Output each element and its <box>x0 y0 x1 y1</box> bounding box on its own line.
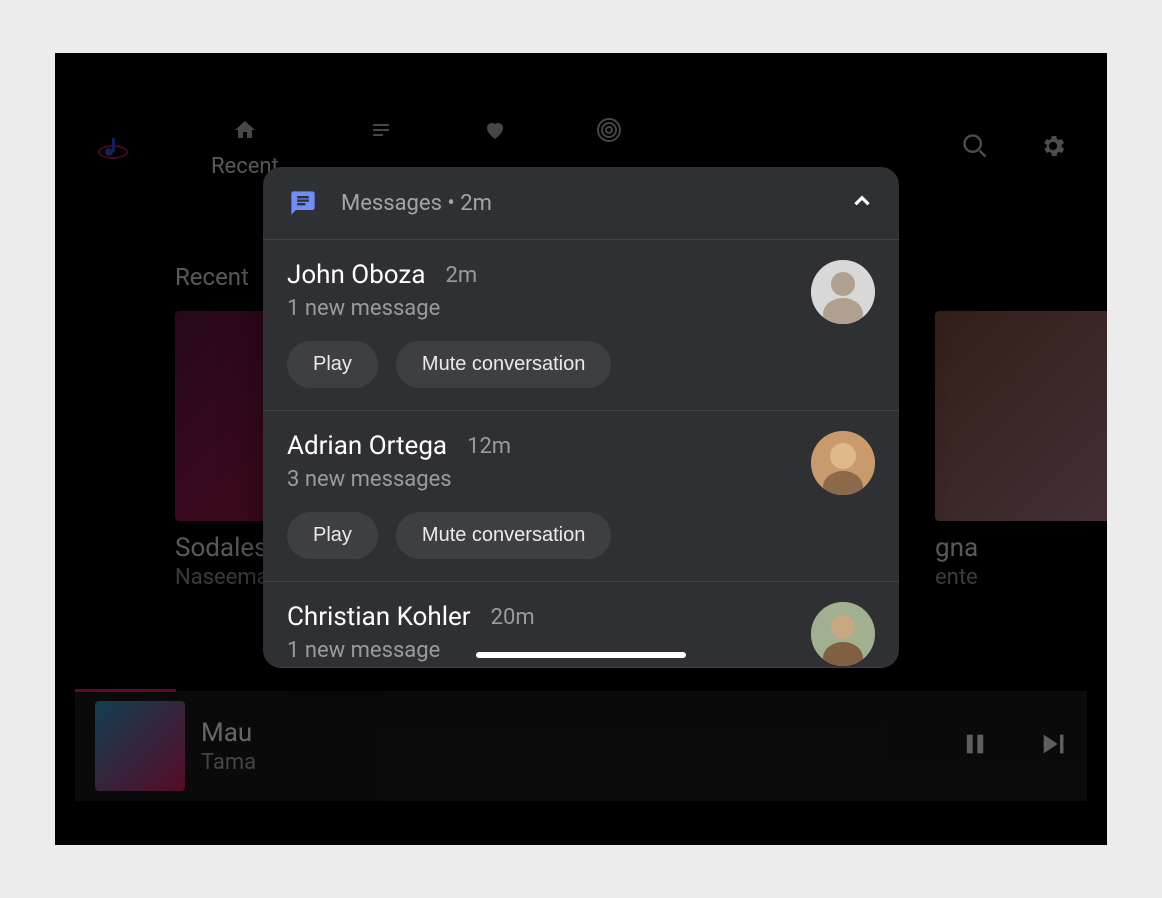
notification-actions: Play Mute conversation <box>287 341 875 388</box>
media-card[interactable]: gna ente <box>935 311 1107 590</box>
notification-time: 20m <box>491 605 535 630</box>
avatar <box>811 602 875 666</box>
album-art[interactable] <box>95 701 185 791</box>
notification-sender: Christian Kohler <box>287 602 471 632</box>
home-indicator[interactable] <box>476 652 686 658</box>
notification-panel: Messages • 2m John Oboza 2m 1 new messag… <box>263 167 899 668</box>
notification-time: 2m <box>445 263 477 288</box>
radio-icon <box>597 118 621 148</box>
pause-icon[interactable] <box>961 730 989 762</box>
notification-actions: Play Mute conversation <box>287 512 875 559</box>
notification-item[interactable]: Adrian Ortega 12m 3 new messages Play Mu… <box>263 411 899 582</box>
notification-header-title: Messages • 2m <box>341 191 492 216</box>
avatar <box>811 260 875 324</box>
play-button[interactable]: Play <box>287 512 378 559</box>
player-meta: Mau Tama <box>201 718 256 775</box>
mute-button[interactable]: Mute conversation <box>396 341 611 388</box>
app-logo-icon <box>95 130 131 166</box>
next-icon[interactable] <box>1039 730 1067 762</box>
notification-item[interactable]: John Oboza 2m 1 new message Play Mute co… <box>263 240 899 411</box>
top-nav-right <box>961 132 1067 164</box>
play-button[interactable]: Play <box>287 341 378 388</box>
progress-line <box>75 689 176 692</box>
notification-sender: Adrian Ortega <box>287 431 447 461</box>
heart-icon <box>483 118 507 148</box>
search-icon[interactable] <box>961 132 989 164</box>
device-frame: Recent <box>55 53 1107 845</box>
player-controls <box>961 730 1067 762</box>
avatar <box>811 431 875 495</box>
notification-subtitle: 1 new message <box>287 296 875 321</box>
chevron-up-icon[interactable] <box>849 188 875 218</box>
notification-sender: John Oboza <box>287 260 425 290</box>
player-bar: Mau Tama <box>75 691 1087 801</box>
home-icon <box>233 118 257 148</box>
settings-icon[interactable] <box>1039 132 1067 164</box>
card-subtitle: ente <box>935 565 1107 590</box>
notification-header[interactable]: Messages • 2m <box>263 167 899 240</box>
library-icon <box>369 118 393 148</box>
card-thumb <box>935 311 1107 521</box>
notification-subtitle: 3 new messages <box>287 467 875 492</box>
card-title: gna <box>935 533 1107 563</box>
notification-subtitle: 1 new message <box>287 638 875 663</box>
tab-recent[interactable]: Recent <box>211 118 279 179</box>
mute-button[interactable]: Mute conversation <box>396 512 611 559</box>
messages-app-icon <box>287 187 319 219</box>
notification-time: 12m <box>467 434 511 459</box>
player-title: Mau <box>201 718 256 748</box>
player-subtitle: Tama <box>201 750 256 775</box>
